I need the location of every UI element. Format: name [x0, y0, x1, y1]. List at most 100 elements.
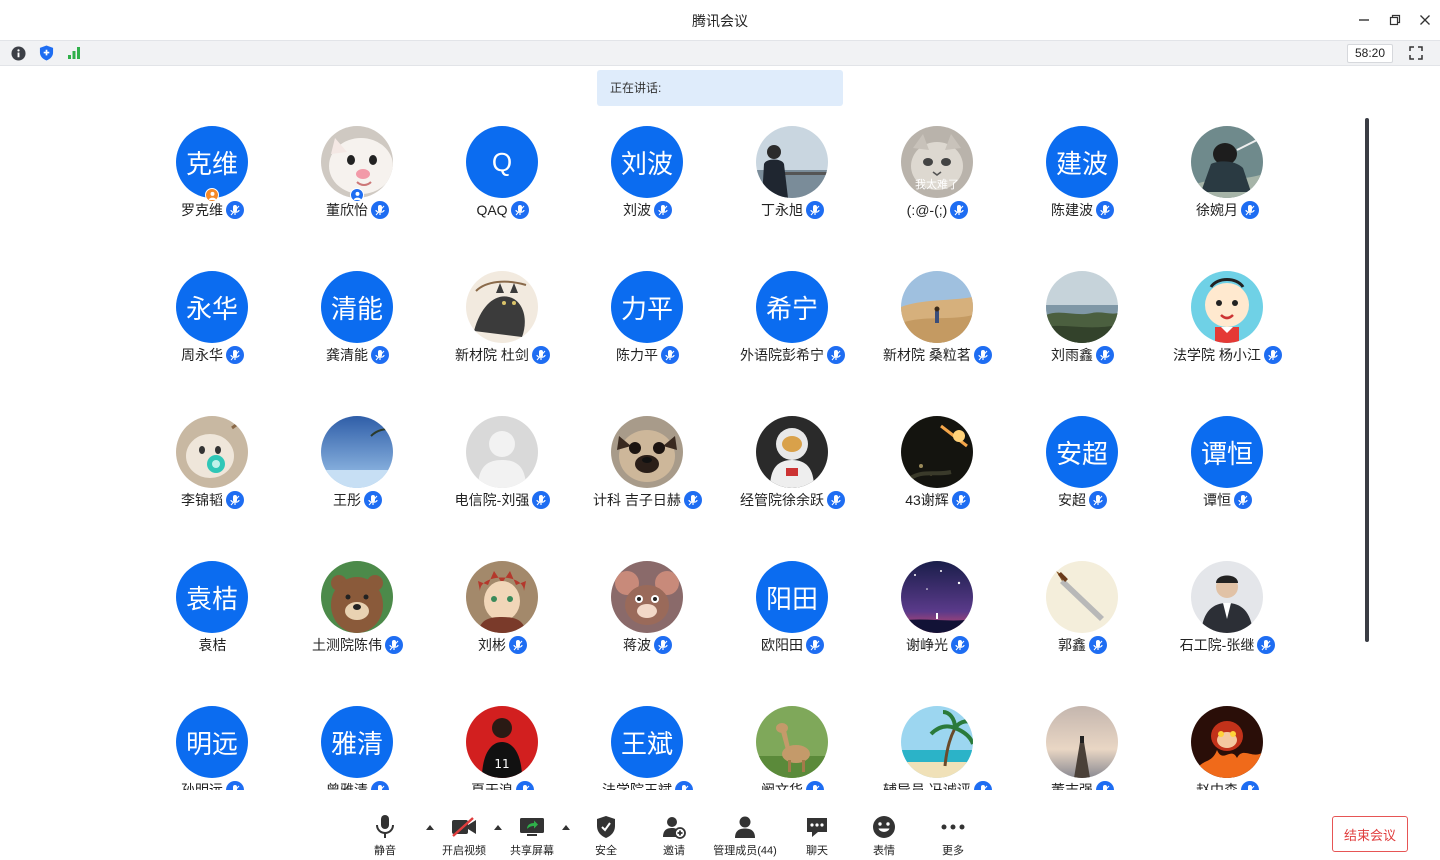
participant-tile[interactable]: 永华 周永华 — [140, 263, 285, 408]
participant-grid: 克维 罗克维 董欣怡 Q QAQ 刘波 刘波 丁永旭 我太难了 (:@-(;) 建波 陈建波 徐婉月永华… — [140, 118, 1300, 790]
participant-tile[interactable]: 希宁 外语院彭希宁 — [720, 263, 865, 408]
participant-tile[interactable]: 土测院陈伟 — [285, 553, 430, 698]
participant-name-row: 董欣怡 — [285, 200, 430, 220]
participant-tile[interactable]: 清能 龚清能 — [285, 263, 430, 408]
start-video-button[interactable]: 开启视频 — [436, 814, 492, 860]
participant-name-row: 法学院王斌 — [575, 780, 720, 790]
participant-tile[interactable]: 经管院徐余跃 — [720, 408, 865, 553]
participant-tile[interactable]: 辅导员 冯诚评 — [865, 698, 1010, 790]
mic-muted-icon — [654, 201, 672, 219]
svg-text:11: 11 — [494, 757, 509, 771]
participant-tile[interactable]: 谭恒 谭恒 — [1155, 408, 1300, 553]
participant-tile[interactable]: 计科 吉子日赫 — [575, 408, 720, 553]
participant-tile[interactable]: 雅清 曾雅清 — [285, 698, 430, 790]
participant-name: 新材院 杜剑 — [455, 347, 529, 363]
participant-tile[interactable]: 李锦韬 — [140, 408, 285, 553]
participant-tile[interactable]: 阳田 欧阳田 — [720, 553, 865, 698]
participant-tile[interactable]: 石工院-张继 — [1155, 553, 1300, 698]
mic-muted-icon — [1096, 201, 1114, 219]
participant-tile[interactable]: 蒋波 — [575, 553, 720, 698]
participant-name: 谢峥光 — [906, 637, 948, 653]
share-screen-icon — [519, 814, 545, 840]
reactions-label: 表情 — [873, 845, 895, 857]
participant-tile[interactable]: Q QAQ — [430, 118, 575, 263]
participant-name-row: 电信院-刘强 — [430, 490, 575, 510]
participant-tile[interactable]: 43谢辉 — [865, 408, 1010, 553]
more-icon — [940, 814, 966, 840]
manage-members-button[interactable]: 管理成员(44) — [710, 814, 780, 860]
invite-button[interactable]: 邀请 — [658, 814, 690, 860]
mic-muted-icon — [1089, 491, 1107, 509]
participant-name: 刘波 — [623, 202, 651, 218]
participant-tile[interactable]: 电信院-刘强 — [430, 408, 575, 553]
participant-tile[interactable]: 力平 陈力平 — [575, 263, 720, 408]
participant-tile[interactable]: 谢峥光 — [865, 553, 1010, 698]
participant-tile[interactable]: 建波 陈建波 — [1010, 118, 1155, 263]
participant-tile[interactable]: 王彤 — [285, 408, 430, 553]
participant-tile[interactable]: 丁永旭 — [720, 118, 865, 263]
participant-name-row: 法学院 杨小江 — [1155, 345, 1300, 365]
share-options-caret[interactable] — [562, 825, 570, 830]
participant-tile[interactable]: 袁桔 袁桔 — [140, 553, 285, 698]
meeting-toolbar: 静音 开启视频 共享屏幕 安全 邀请 管理成员(44) 聊天 表情 更多 结束会… — [0, 806, 1440, 860]
participant-tile[interactable]: 徐婉月 — [1155, 118, 1300, 263]
participant-tile[interactable]: 赵中森 — [1155, 698, 1300, 790]
grid-scrollbar[interactable] — [1365, 118, 1369, 642]
participant-tile[interactable]: 刘雨鑫 — [1010, 263, 1155, 408]
participant-tile[interactable]: 克维 罗克维 — [140, 118, 285, 263]
participant-name-row: 李锦韬 — [140, 490, 285, 510]
participant-tile[interactable]: 新材院 杜剑 — [430, 263, 575, 408]
mic-muted-icon — [654, 636, 672, 654]
participant-name-row: 袁桔 — [140, 635, 285, 655]
share-screen-button[interactable]: 共享屏幕 — [505, 814, 559, 860]
participant-tile[interactable]: 董欣怡 — [285, 118, 430, 263]
minimize-button[interactable] — [1352, 8, 1376, 32]
title-bar: 腾讯会议 — [0, 0, 1440, 40]
participant-tile[interactable]: 董志强 — [1010, 698, 1155, 790]
participant-name-row: 陈力平 — [575, 345, 720, 365]
participant-name: 外语院彭希宁 — [740, 347, 824, 363]
participant-tile[interactable]: 11 夏天浪 — [430, 698, 575, 790]
participant-tile[interactable]: 刘彬 — [430, 553, 575, 698]
grumpy-cat-meme: 我太难了 — [901, 126, 973, 198]
participant-name: 袁桔 — [198, 637, 227, 653]
participant-tile[interactable]: 我太难了 (:@-(;) — [865, 118, 1010, 263]
close-button[interactable] — [1413, 8, 1437, 32]
signal-icon[interactable] — [66, 45, 82, 61]
participant-tile[interactable]: 刘波 刘波 — [575, 118, 720, 263]
security-button[interactable]: 安全 — [590, 814, 622, 860]
participant-tile[interactable]: 王斌 法学院王斌 — [575, 698, 720, 790]
participant-name: 经管院徐余跃 — [740, 492, 824, 508]
participant-tile[interactable]: 新材院 桑粒茗 — [865, 263, 1010, 408]
mute-label: 静音 — [374, 845, 396, 857]
man-in-suit-photo — [1191, 561, 1263, 633]
mic-muted-icon — [1096, 781, 1114, 790]
participant-name: 法学院 杨小江 — [1173, 347, 1261, 363]
end-meeting-button[interactable]: 结束会议 — [1332, 816, 1408, 852]
shield-icon[interactable] — [38, 45, 54, 61]
info-icon[interactable] — [10, 45, 26, 61]
mic-muted-icon — [509, 636, 527, 654]
restore-button[interactable] — [1383, 8, 1407, 32]
participant-tile[interactable]: 安超 安超 — [1010, 408, 1155, 553]
participant-tile[interactable]: 法学院 杨小江 — [1155, 263, 1300, 408]
participant-avatar: 安超 — [1046, 416, 1118, 488]
participant-name: 石工院-张继 — [1179, 637, 1255, 653]
participant-name-row: 43谢辉 — [865, 490, 1010, 510]
video-options-caret[interactable] — [494, 825, 502, 830]
participant-tile[interactable]: 郭鑫 — [1010, 553, 1155, 698]
reactions-button[interactable]: 表情 — [869, 814, 899, 860]
cat-with-pacifier-photo — [176, 416, 248, 488]
participant-name-row: 曾雅清 — [285, 780, 430, 790]
mute-button[interactable]: 静音 — [366, 814, 404, 860]
participant-tile[interactable]: 阚文华 — [720, 698, 865, 790]
chat-button[interactable]: 聊天 — [802, 814, 832, 860]
fullscreen-icon[interactable] — [1408, 45, 1424, 61]
participant-name-row: 新材院 桑粒茗 — [865, 345, 1010, 365]
participant-name-row: 龚清能 — [285, 345, 430, 365]
more-button[interactable]: 更多 — [938, 814, 968, 860]
audio-options-caret[interactable] — [426, 825, 434, 830]
participant-name: QAQ — [476, 202, 508, 218]
participant-tile[interactable]: 明远 孙明远 — [140, 698, 285, 790]
participant-name-row: 陈建波 — [1010, 200, 1155, 220]
